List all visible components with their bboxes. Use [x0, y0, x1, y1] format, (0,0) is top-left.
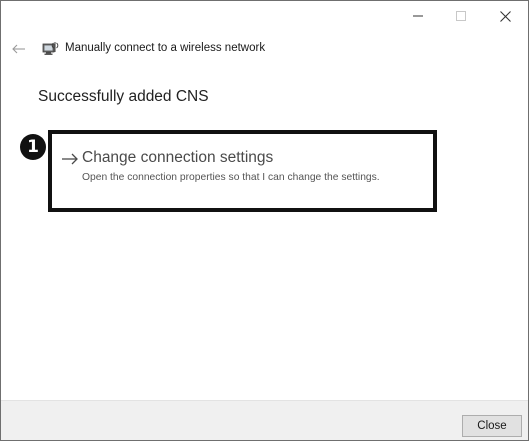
title-bar: [1, 1, 528, 31]
callout-number-badge: 1: [20, 134, 46, 160]
page-title: Successfully added CNS: [38, 88, 209, 105]
option-description: Open the connection properties so that I…: [82, 172, 380, 183]
wizard-window: Manually connect to a wireless network S…: [0, 0, 529, 441]
wizard-header: Manually connect to a wireless network: [1, 35, 528, 63]
back-button[interactable]: [9, 39, 29, 59]
maximize-icon: [456, 11, 466, 21]
arrow-right-icon: [62, 153, 78, 165]
close-icon: [499, 10, 511, 22]
minimize-icon: [413, 15, 423, 17]
footer-bar: Close: [1, 400, 528, 440]
window-title: Manually connect to a wireless network: [65, 42, 266, 54]
maximize-button[interactable]: [441, 1, 481, 31]
back-arrow-icon: [12, 44, 25, 54]
minimize-button[interactable]: [398, 1, 438, 31]
change-connection-settings-link[interactable]: Change connection settings Open the conn…: [61, 146, 421, 191]
window-close-button[interactable]: [485, 1, 525, 31]
option-title: Change connection settings: [82, 149, 274, 166]
network-icon: [42, 42, 59, 55]
close-button[interactable]: Close: [462, 415, 522, 437]
